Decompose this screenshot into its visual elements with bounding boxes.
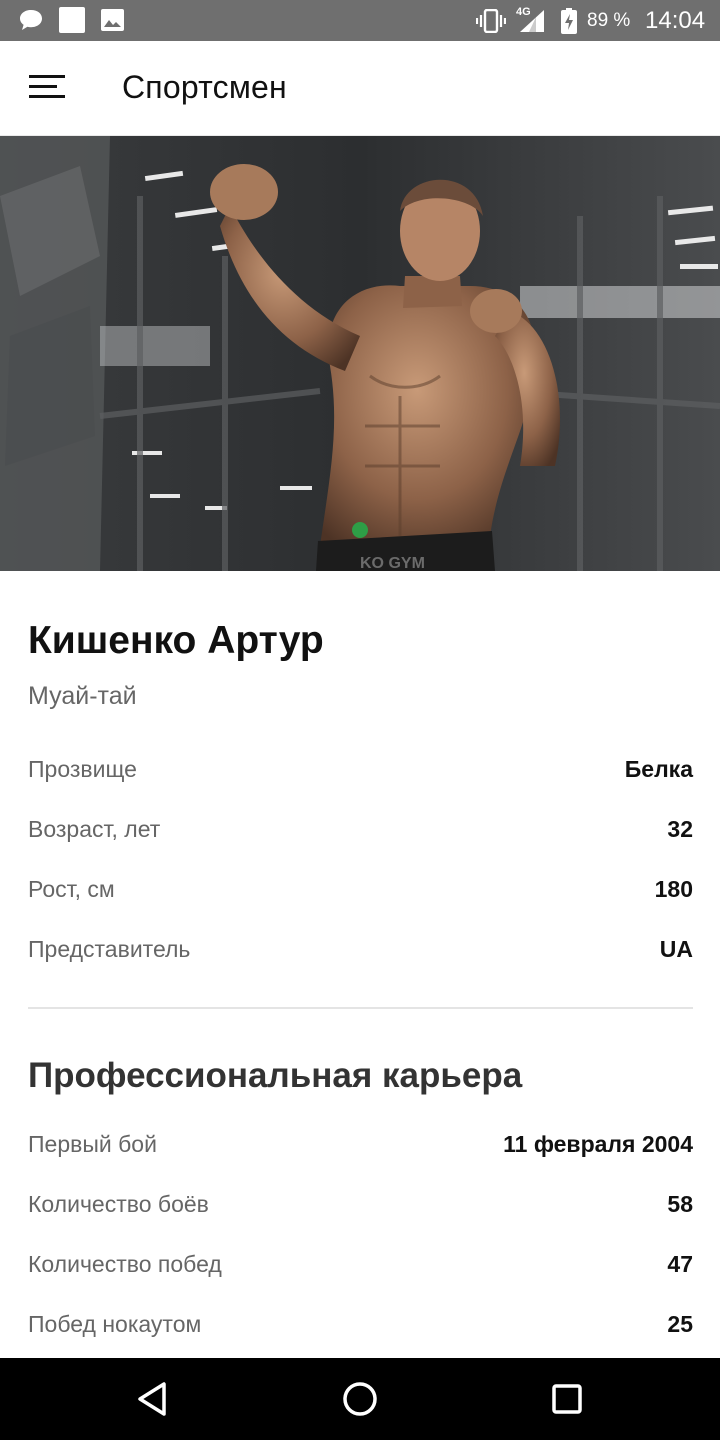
detail-row-nickname: Прозвище Белка [28,750,693,790]
detail-label: Рост, см [28,876,115,902]
back-icon [130,1382,176,1426]
detail-value: 32 [667,816,693,842]
career-row-fights: Количество боёв 58 [28,1185,693,1225]
image-icon [100,8,125,37]
home-button[interactable] [337,1376,383,1422]
recents-icon [544,1384,590,1426]
back-button[interactable] [130,1376,176,1422]
career-section-title: Профессиональная карьера [28,1056,523,1095]
career-value: 25 [667,1311,693,1337]
status-clock: 14:04 [645,7,706,34]
shorts-brand-text: KO GYM [360,555,425,571]
battery-percent: 89 % [587,10,631,31]
app-bar: Спортсмен [0,41,720,136]
detail-label: Представитель [28,936,191,962]
chat-bubble-icon [18,8,44,37]
detail-row-age: Возраст, лет 32 [28,810,693,850]
athlete-sport: Муай-тай [28,682,137,710]
section-divider [28,1007,693,1009]
detail-label: Возраст, лет [28,816,161,842]
career-value: 47 [667,1251,693,1277]
detail-value: UA [659,936,693,962]
career-row-knockouts: Побед нокаутом 25 [28,1305,693,1345]
career-label: Количество боёв [28,1191,209,1217]
detail-row-country: Представитель UA [28,930,693,970]
signal-icon: 4G [514,6,546,39]
career-label: Побед нокаутом [28,1311,202,1337]
recents-button[interactable] [544,1376,590,1422]
career-row-wins: Количество побед 47 [28,1245,693,1285]
athlete-screen: 4G 89 % 14:04 Спортсмен KO GYM Кишенко А… [0,0,720,1440]
athlete-name: Кишенко Артур [28,619,324,662]
carousel-indicator [352,522,368,538]
vibrate-icon [475,8,507,38]
career-label: Первый бой [28,1131,157,1157]
career-value: 58 [667,1191,693,1217]
detail-value: Белка [624,756,693,782]
page-title: Спортсмен [122,69,287,105]
status-bar: 4G 89 % 14:04 [0,0,720,41]
network-type-label: 4G [516,6,531,18]
career-label: Количество побед [28,1251,222,1277]
home-icon [337,1382,383,1426]
menu-icon [29,74,65,105]
detail-row-height: Рост, см 180 [28,870,693,910]
battery-charging-icon [561,8,577,39]
system-nav-bar [0,1358,720,1440]
athlete-photo[interactable]: KO GYM [0,136,720,571]
detail-label: Прозвище [28,756,137,782]
career-row-first-fight: Первый бой 11 февраля 2004 [28,1125,693,1165]
detail-value: 180 [654,876,693,902]
career-value: 11 февраля 2004 [503,1131,693,1157]
menu-button[interactable] [20,68,74,110]
blank-notification-icon [59,7,85,38]
